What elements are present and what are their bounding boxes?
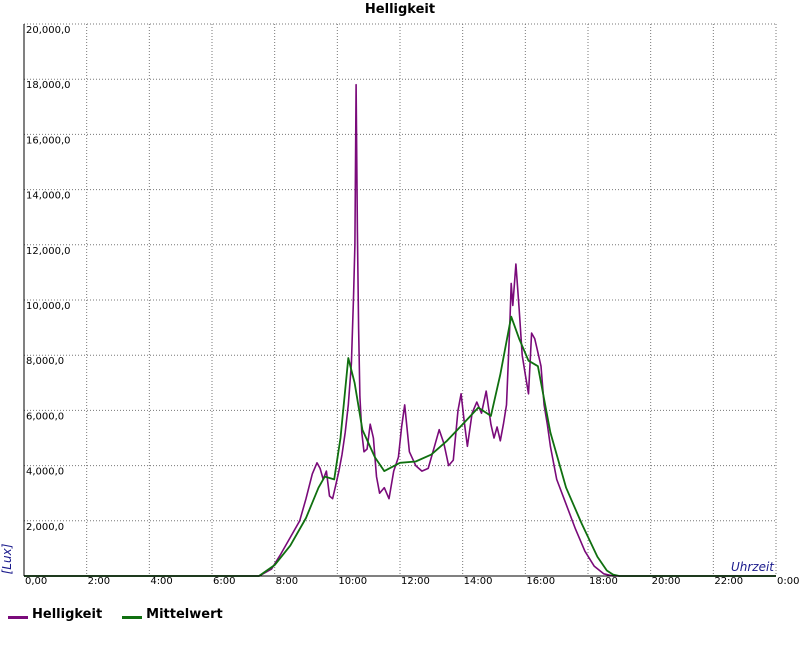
chart-title: Helligkeit xyxy=(365,2,435,17)
x-tick-label: 4:00 xyxy=(150,576,172,587)
legend-label-mittelwert: Mittelwert xyxy=(146,607,223,622)
x-axis-label: Uhrzeit xyxy=(731,560,775,574)
x-tick-label: 16:00 xyxy=(526,576,555,587)
x-tick-label: 0,00 xyxy=(25,576,47,587)
y-tick-label: 20,000,0 xyxy=(26,25,71,36)
legend-swatch-helligkeit xyxy=(8,616,28,619)
legend-swatch-mittelwert xyxy=(122,616,143,619)
legend-label-helligkeit: Helligkeit xyxy=(32,607,103,622)
x-tick-label: 6:00 xyxy=(213,576,235,587)
y-tick-label: 12,000,0 xyxy=(26,246,71,257)
x-tick-label: 18:00 xyxy=(589,576,618,587)
x-tick-label: 10:00 xyxy=(338,576,367,587)
x-tick-label: 20:00 xyxy=(652,576,681,587)
y-tick-label: 6,000,0 xyxy=(26,411,64,422)
x-tick-label: 12:00 xyxy=(401,576,430,587)
y-tick-label: 2,000,0 xyxy=(26,522,64,533)
y-axis-ticks: 2,000,0 4,000,0 6,000,0 8,000,0 10,000,0 12,0… xyxy=(26,25,71,533)
grid-lines xyxy=(24,24,776,576)
y-tick-label: 4,000,0 xyxy=(26,467,64,478)
y-tick-label: 14,000,0 xyxy=(26,191,71,202)
y-axis-label: [Lux] xyxy=(0,543,14,574)
y-tick-label: 18,000,0 xyxy=(26,80,71,91)
legend-item-mittelwert: Mittelwert xyxy=(122,607,223,622)
y-tick-label: 8,000,0 xyxy=(26,356,64,367)
legend-item-helligkeit: Helligkeit xyxy=(8,607,102,622)
y-tick-label: 10,000,0 xyxy=(26,301,71,312)
x-axis-ticks: 0,00 2:00 4:00 6:00 8:00 10:00 12:00 14:00 16:00… xyxy=(25,576,799,587)
x-tick-label: 14:00 xyxy=(464,576,493,587)
chart-legend: Helligkeit Mittelwert xyxy=(8,607,223,622)
x-tick-label: 8:00 xyxy=(276,576,298,587)
x-tick-label: 2:00 xyxy=(88,576,110,587)
y-tick-label: 16,000,0 xyxy=(26,135,71,146)
brightness-chart: Helligkeit 0,00 2:00 4:00 6:00 8:00 10:00 12:0… xyxy=(0,2,799,587)
x-tick-label: 22:00 xyxy=(714,576,743,587)
x-tick-label: 0:00 xyxy=(777,576,799,587)
